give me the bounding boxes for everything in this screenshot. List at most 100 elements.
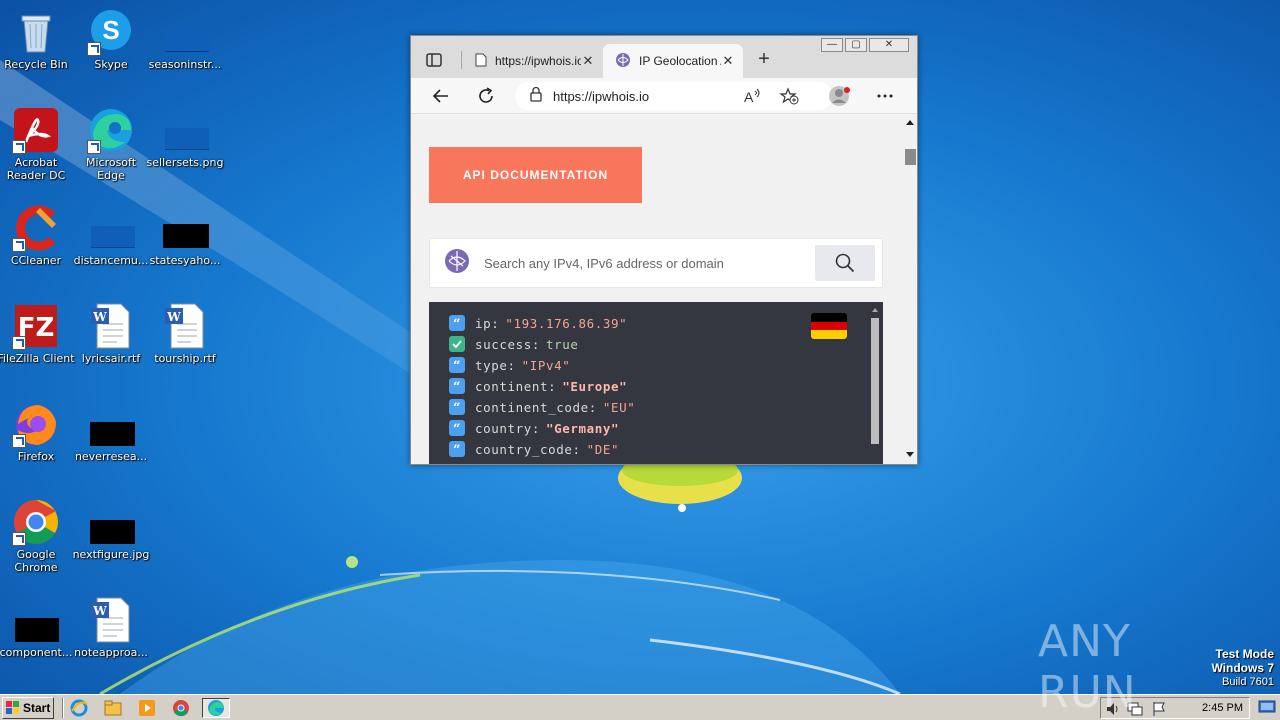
desktop-icon-sellersets[interactable]: sellersets.png bbox=[146, 100, 224, 190]
json-row: success: true bbox=[449, 335, 579, 353]
show-desktop-icon[interactable] bbox=[1258, 699, 1276, 715]
desktop-icon-seasoninstr[interactable]: seasoninstr... bbox=[146, 2, 224, 92]
anyrun-watermark: ANY RUN bbox=[1038, 606, 1238, 718]
desktop-icon-recycle-bin[interactable]: Recycle Bin bbox=[0, 2, 75, 92]
api-documentation-button[interactable]: API DOCUMENTATION bbox=[429, 147, 642, 203]
desktop-icon-acrobat[interactable]: Acrobat Reader DC bbox=[0, 100, 75, 190]
flag-stripe bbox=[811, 330, 847, 339]
close-tab-icon[interactable]: ✕ bbox=[581, 53, 595, 69]
taskbar-media-player-icon[interactable] bbox=[136, 698, 158, 718]
read-aloud-icon[interactable]: A bbox=[743, 87, 763, 110]
tab-title: https://ipwhois.io bbox=[495, 54, 581, 68]
start-button[interactable]: Start bbox=[2, 697, 54, 719]
json-row: “ country: "Germany" bbox=[449, 419, 619, 437]
quote-icon: “ bbox=[449, 357, 465, 373]
search-button[interactable] bbox=[815, 245, 875, 281]
test-mode-line2: Windows 7 bbox=[1211, 661, 1274, 675]
flag-stripe bbox=[811, 321, 847, 331]
lock-icon[interactable] bbox=[529, 86, 543, 107]
json-value: "193.176.86.39" bbox=[505, 315, 628, 331]
desktop-icon-lyricsair[interactable]: W lyricsair.rtf bbox=[72, 296, 150, 386]
file-icon bbox=[161, 8, 209, 56]
maximize-button[interactable]: ▢ bbox=[845, 38, 867, 52]
tab-actions-icon[interactable] bbox=[425, 51, 443, 69]
navigation-bar: https://ipwhois.io A bbox=[411, 78, 917, 114]
desktop-icon-firefox[interactable]: Firefox bbox=[0, 394, 75, 484]
json-key: country bbox=[475, 420, 532, 436]
settings-more-button[interactable] bbox=[873, 84, 897, 108]
desktop-icon-label: tourship.rtf bbox=[154, 352, 216, 365]
filezilla-icon: FZ bbox=[12, 302, 60, 350]
start-label: Start bbox=[23, 701, 51, 715]
ip-search-box[interactable]: Search any IPv4, IPv6 address or domain bbox=[429, 238, 883, 288]
back-button[interactable] bbox=[429, 84, 453, 108]
desktop-icon-component[interactable]: component... bbox=[0, 590, 75, 680]
json-scrollbar[interactable] bbox=[869, 304, 881, 464]
json-value: true bbox=[546, 336, 579, 352]
desktop-icon-label: FileZilla Client bbox=[0, 352, 75, 365]
desktop-icon-label: Google Chrome bbox=[14, 548, 58, 574]
json-row: “ continent: "Europe" bbox=[449, 377, 627, 395]
ipwhois-logo-icon bbox=[444, 248, 470, 279]
desktop-icon-label: statesyaho... bbox=[149, 254, 221, 267]
json-separator: : bbox=[531, 420, 541, 436]
desktop-icon-label: distancemu... bbox=[73, 254, 149, 267]
desktop-icon-label: Skype bbox=[94, 58, 128, 71]
json-result-panel: “ ip: "193.176.86.39" success: true “ type: "IP… bbox=[429, 302, 883, 464]
test-mode-notice: Test Mode Windows 7 Build 7601 bbox=[1211, 647, 1274, 689]
json-key: country_code bbox=[475, 441, 573, 457]
desktop-icon-nextfigure[interactable]: nextfigure.jpg bbox=[72, 492, 150, 582]
taskbar-explorer-icon[interactable] bbox=[102, 698, 124, 718]
search-input[interactable]: Search any IPv4, IPv6 address or domain bbox=[484, 256, 815, 271]
desktop-icon-label: CCleaner bbox=[10, 254, 62, 267]
taskbar-ie-icon[interactable] bbox=[68, 698, 90, 718]
desktop-icon-neverresea[interactable]: neverresea... bbox=[72, 394, 150, 484]
desktop-icon-label: component... bbox=[0, 646, 73, 659]
refresh-icon bbox=[479, 87, 493, 103]
svg-text:W: W bbox=[92, 310, 107, 324]
chrome-icon bbox=[12, 498, 60, 546]
minimize-button[interactable]: — bbox=[821, 38, 843, 52]
desktop-icon-distancemu[interactable]: distancemu... bbox=[72, 198, 150, 288]
desktop-icon-statesyaho[interactable]: statesyaho... bbox=[146, 198, 224, 288]
tab-ipwhois[interactable]: https://ipwhois.io ✕ bbox=[463, 44, 603, 78]
profile-button[interactable] bbox=[828, 84, 852, 108]
close-tab-icon[interactable]: ✕ bbox=[721, 53, 735, 69]
desktop-icon-label: seasoninstr... bbox=[148, 58, 222, 71]
windows-logo-icon bbox=[6, 701, 19, 714]
germany-flag-icon bbox=[811, 313, 847, 339]
tab-ip-geolocation[interactable]: IP Geolocation API ✕ bbox=[603, 44, 743, 78]
url-text[interactable]: https://ipwhois.io bbox=[553, 89, 649, 104]
new-tab-button[interactable]: + bbox=[753, 49, 775, 71]
close-window-button[interactable]: ✕ bbox=[869, 38, 909, 52]
desktop-icon-filezilla[interactable]: FZ FileZilla Client bbox=[0, 296, 75, 386]
test-mode-line3: Build 7601 bbox=[1222, 676, 1274, 688]
address-bar[interactable]: https://ipwhois.io A bbox=[515, 82, 833, 110]
file-icon bbox=[12, 596, 60, 644]
favorites-add-icon[interactable] bbox=[779, 87, 799, 110]
desktop-icon-ccleaner[interactable]: CCleaner bbox=[0, 198, 75, 288]
desktop-icon-label: Recycle Bin bbox=[4, 58, 68, 71]
refresh-button[interactable] bbox=[474, 84, 498, 108]
desktop-icon-edge[interactable]: Microsoft Edge bbox=[72, 100, 150, 190]
tab-title: IP Geolocation API bbox=[639, 54, 721, 68]
json-value: "IPv4" bbox=[521, 357, 571, 373]
desktop-icon-label: noteapproa... bbox=[74, 646, 148, 659]
svg-text:“: “ bbox=[453, 317, 461, 329]
desktop-icon-tourship[interactable]: W tourship.rtf bbox=[146, 296, 224, 386]
svg-text:“: “ bbox=[453, 359, 461, 371]
json-value: "Europe" bbox=[562, 378, 628, 394]
quote-icon: “ bbox=[449, 399, 465, 415]
desktop-icon-noteapproa[interactable]: W noteapproa... bbox=[72, 590, 150, 680]
page-scrollbar[interactable] bbox=[903, 115, 917, 464]
json-separator: : bbox=[491, 315, 500, 331]
desktop-icon-chrome[interactable]: Google Chrome bbox=[0, 492, 75, 582]
profile-avatar-icon bbox=[829, 86, 850, 106]
taskbar-chrome-icon[interactable] bbox=[170, 698, 192, 718]
desktop-icon-skype[interactable]: S Skype bbox=[72, 2, 150, 92]
svg-text:A: A bbox=[744, 89, 754, 105]
word-doc-icon: W bbox=[161, 302, 209, 350]
json-row: “ type: "IPv4" bbox=[449, 356, 570, 374]
json-separator: : bbox=[531, 336, 541, 352]
taskbar-edge-icon[interactable] bbox=[202, 698, 230, 718]
